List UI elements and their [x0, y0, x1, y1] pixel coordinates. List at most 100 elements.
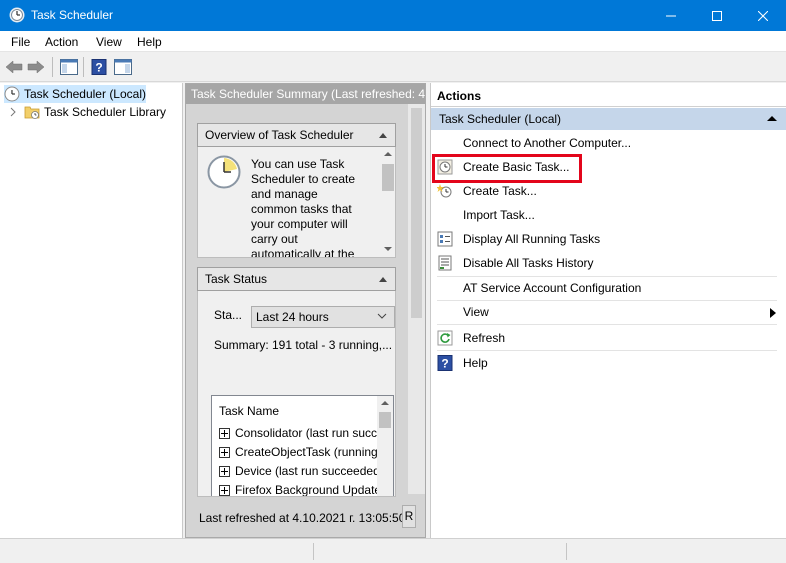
action-at-service-account-configuration[interactable]: AT Service Account Configuration [431, 277, 786, 299]
expand-icon[interactable] [219, 465, 230, 477]
tree-item-task-scheduler-library[interactable]: Task Scheduler Library [8, 103, 166, 121]
overview-section-body: You can use Task Scheduler to create and… [197, 147, 396, 258]
clock-icon [207, 155, 241, 189]
overview-line: common tasks that [251, 202, 352, 216]
task-name: CreateObjectTask (running [235, 445, 378, 459]
action-label: Disable All Tasks History [463, 256, 594, 270]
toolbar-separator [83, 57, 84, 77]
back-arrow-icon [5, 60, 23, 74]
expand-icon[interactable] [219, 446, 230, 458]
scroll-down-icon[interactable] [384, 247, 392, 251]
overview-line: You can use Task [251, 157, 345, 171]
overview-section-title: Overview of Task Scheduler [205, 128, 354, 142]
expand-icon[interactable] [219, 484, 230, 496]
menu-help[interactable]: Help [137, 35, 162, 49]
close-icon [758, 10, 768, 21]
action-label: Display All Running Tasks [463, 232, 601, 246]
status-filter-label: Sta... [214, 308, 243, 322]
task-list: Task Name Consolidator (last run succ Cr… [211, 395, 394, 497]
tasks-history-icon [438, 255, 452, 271]
tree-item-label: Task Scheduler (Local) [23, 87, 146, 101]
chevron-down-icon [377, 313, 387, 319]
toolbar-separator [52, 57, 53, 77]
scroll-up-icon[interactable] [381, 401, 389, 405]
scrollbar-thumb[interactable] [411, 108, 422, 318]
summary-pane: Task Scheduler Summary (Last refreshed: … [185, 83, 426, 538]
task-list-column-header[interactable]: Task Name [219, 404, 279, 418]
status-bar [0, 538, 786, 563]
task-list-row[interactable]: Device (last run succeeded [219, 462, 380, 480]
overview-line: Scheduler to create [251, 172, 356, 186]
scroll-up-icon[interactable] [384, 152, 392, 156]
overview-line: your computer will [251, 217, 348, 231]
console-tree: Task Scheduler (Local) Task Scheduler Li… [0, 83, 183, 538]
task-status-section-title: Task Status [205, 272, 268, 286]
refresh-summary-button[interactable]: R [402, 505, 416, 528]
overview-line: and manage [251, 187, 318, 201]
status-bar-separator [313, 543, 314, 560]
expand-icon[interactable] [219, 427, 230, 439]
back-button[interactable] [4, 57, 24, 77]
summary-scrollbar[interactable] [408, 104, 425, 494]
action-label: Refresh [463, 331, 506, 345]
task-list-row[interactable]: Consolidator (last run succ [219, 424, 377, 442]
action-label: Import Task... [463, 208, 535, 222]
status-period-dropdown[interactable]: Last 24 hours [251, 306, 395, 328]
help-button[interactable]: ? [89, 57, 109, 77]
svg-text:?: ? [441, 357, 448, 371]
action-label: Help [463, 356, 488, 370]
task-status-section-body: Sta... Last 24 hours Summary: 191 total … [197, 291, 396, 497]
action-label: Connect to Another Computer... [463, 136, 632, 150]
close-button[interactable] [740, 0, 786, 31]
action-disable-all-tasks-history[interactable]: Disable All Tasks History [431, 252, 786, 274]
action-import-task[interactable]: Import Task... [431, 204, 786, 226]
submenu-arrow-icon [770, 308, 776, 318]
status-period-value: Last 24 hours [256, 310, 329, 324]
action-help[interactable]: ? Help [431, 352, 786, 374]
actions-group-task-scheduler-local[interactable]: Task Scheduler (Local) [431, 108, 786, 130]
show-hide-action-pane-button[interactable] [113, 57, 133, 77]
action-create-task[interactable]: Create Task... [431, 180, 786, 202]
help-icon: ? [91, 59, 107, 75]
maximize-button[interactable] [694, 0, 740, 31]
action-refresh[interactable]: Refresh [431, 327, 786, 349]
maximize-icon [712, 10, 722, 21]
scrollbar-thumb[interactable] [379, 412, 391, 428]
task-status-section-header[interactable]: Task Status [197, 267, 396, 291]
action-display-all-running-tasks[interactable]: Display All Running Tasks [431, 228, 786, 250]
action-label: Create Task... [463, 184, 537, 198]
menu-file[interactable]: File [11, 35, 30, 49]
forward-button[interactable] [26, 57, 46, 77]
create-task-icon [437, 184, 452, 198]
action-connect-to-another-computer[interactable]: Connect to Another Computer... [431, 132, 786, 154]
tree-item-task-scheduler-local[interactable]: Task Scheduler (Local) [4, 85, 146, 103]
task-name: Consolidator (last run succ [235, 426, 378, 440]
action-label: AT Service Account Configuration [463, 281, 642, 295]
title-bar: Task Scheduler [0, 0, 786, 31]
collapse-icon [379, 133, 387, 138]
scrollbar-thumb[interactable] [382, 164, 394, 191]
svg-text:?: ? [95, 61, 102, 75]
overview-scrollbar[interactable] [380, 147, 395, 257]
menu-action[interactable]: Action [45, 35, 78, 49]
overview-section-header[interactable]: Overview of Task Scheduler [197, 123, 396, 147]
highlight-annotation [432, 154, 582, 183]
task-list-row[interactable]: Firefox Background Update [219, 481, 382, 497]
task-list-row[interactable]: CreateObjectTask (running [219, 443, 378, 461]
action-view[interactable]: View [431, 301, 786, 323]
status-bar-separator [566, 543, 567, 560]
task-name: Firefox Background Update [235, 483, 382, 497]
collapse-icon [379, 277, 387, 282]
task-list-scrollbar[interactable] [377, 396, 393, 496]
task-name: Device (last run succeeded [235, 464, 380, 478]
collapse-icon [767, 116, 777, 121]
window-title: Task Scheduler [31, 8, 114, 22]
folder-clock-icon [24, 106, 40, 119]
running-tasks-icon [437, 231, 453, 247]
refresh-icon [437, 330, 453, 346]
show-hide-console-tree-button[interactable] [59, 57, 79, 77]
menu-view[interactable]: View [96, 35, 122, 49]
minimize-button[interactable] [648, 0, 694, 31]
overview-description: You can use Task Scheduler to create and… [251, 157, 356, 257]
overview-line: carry out [251, 232, 298, 246]
